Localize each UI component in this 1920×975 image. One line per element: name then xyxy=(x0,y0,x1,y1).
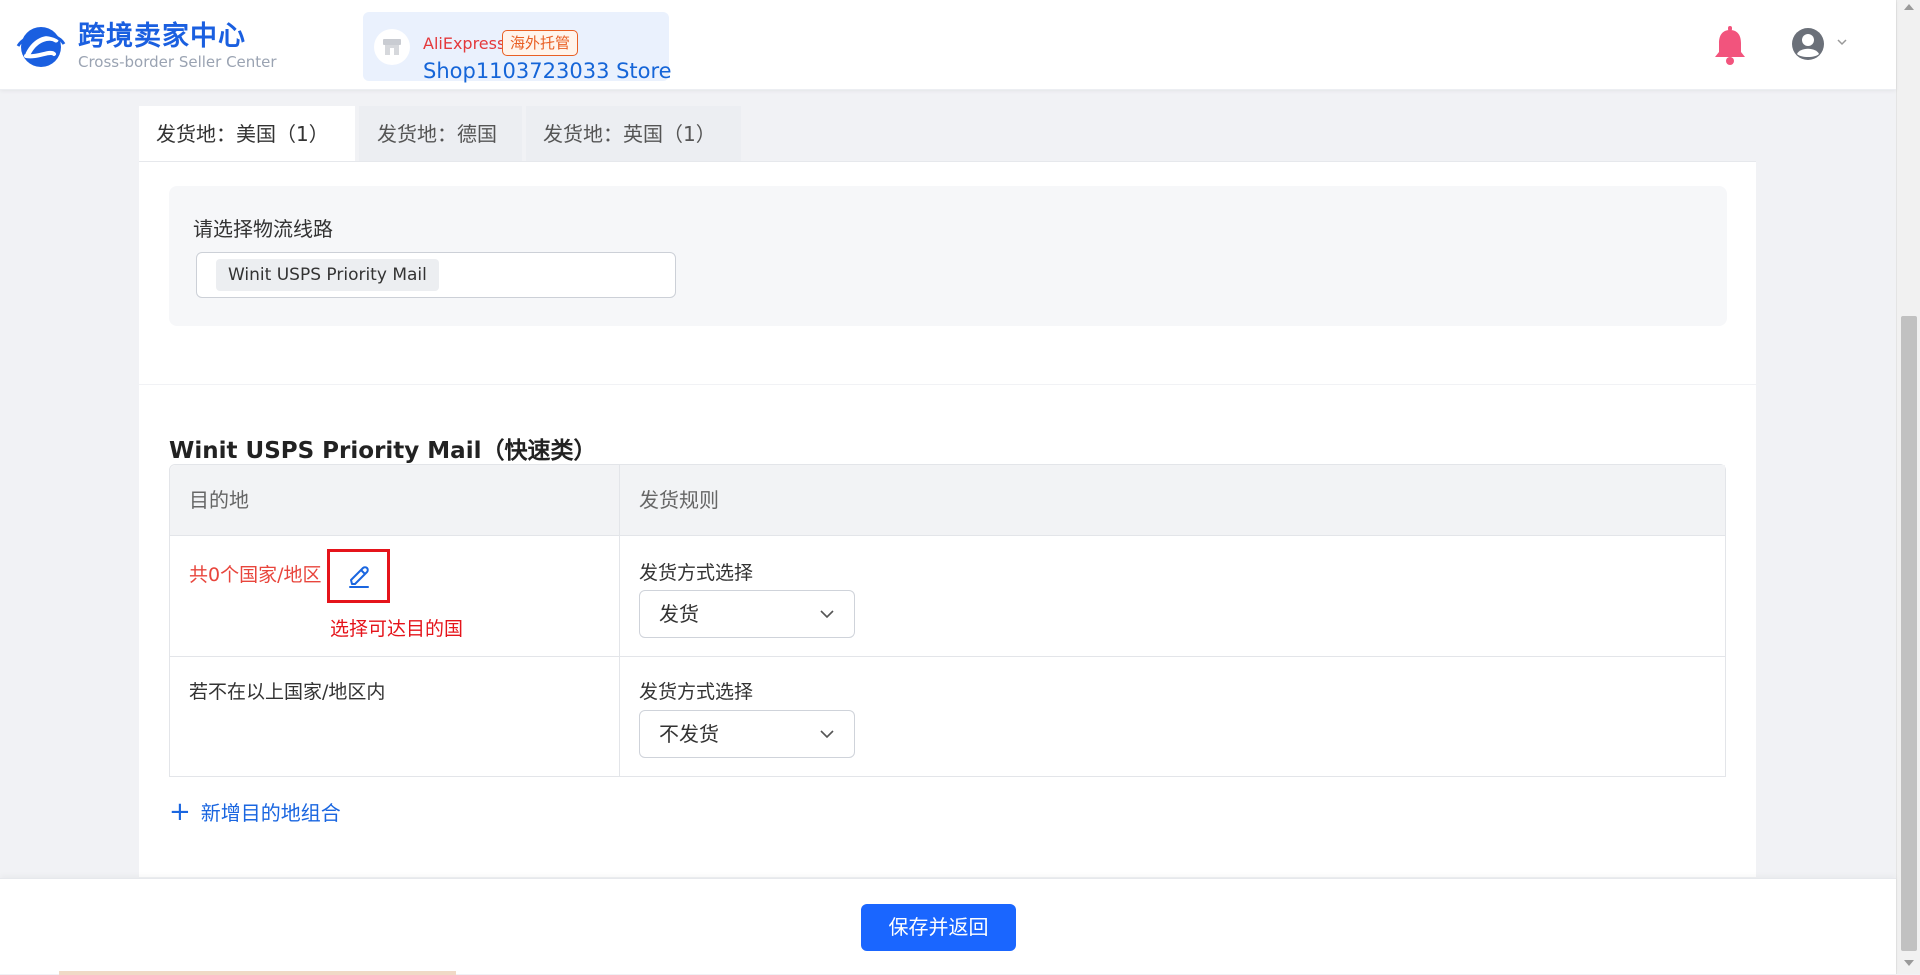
destination-count: 共0个国家/地区 xyxy=(189,564,322,586)
footer-bar: 保存并返回 xyxy=(0,878,1896,975)
section-title: Winit USPS Priority Mail（快速类） xyxy=(169,438,597,464)
save-and-return-button[interactable]: 保存并返回 xyxy=(861,904,1016,951)
destination-cell: 共0个国家/地区 选择可达目的国 xyxy=(170,536,620,656)
shipping-method-label: 发货方式选择 xyxy=(639,562,754,584)
tab-origin-uk[interactable]: 发货地：英国（1） xyxy=(526,106,741,162)
route-label: 请选择物流线路 xyxy=(193,217,333,241)
bell-icon[interactable] xyxy=(1712,26,1748,66)
table-row: 若不在以上国家/地区内 发货方式选择 不发货 xyxy=(170,657,1725,777)
chevron-down-icon xyxy=(820,610,834,619)
annotation-text: 选择可达目的国 xyxy=(330,618,464,640)
scroll-thumb[interactable] xyxy=(1901,316,1917,951)
route-tag[interactable]: Winit USPS Priority Mail xyxy=(216,259,439,291)
route-multiselect[interactable]: Winit USPS Priority Mail xyxy=(196,252,676,298)
logo-mark-icon xyxy=(16,26,66,67)
chevron-down-icon xyxy=(820,730,834,739)
route-selector-panel: 请选择物流线路 Winit USPS Priority Mail xyxy=(169,186,1727,326)
top-header: 跨境卖家中心 Cross-border Seller Center AliExp… xyxy=(0,0,1896,90)
select-value: 不发货 xyxy=(659,722,719,746)
chevron-down-icon[interactable] xyxy=(1836,36,1848,48)
rules-table: 目的地 发货规则 共0个国家/地区 选择可达目的国 发货方式选择 发货 若不在以… xyxy=(169,464,1726,777)
footer-accent-strip xyxy=(59,971,456,975)
store-icon xyxy=(383,39,401,55)
add-destination-group-link[interactable]: + 新增目的地组合 xyxy=(169,797,341,826)
plus-icon: + xyxy=(169,796,191,827)
scroll-up-arrow-icon[interactable] xyxy=(1904,4,1914,10)
add-destination-label: 新增目的地组合 xyxy=(200,801,341,825)
store-badge: 海外托管 xyxy=(502,30,579,56)
app-logo[interactable]: 跨境卖家中心 Cross-border Seller Center xyxy=(16,22,277,71)
origin-tabs: 发货地：美国（1） 发货地：德国 发货地：英国（1） xyxy=(139,106,745,162)
scroll-down-arrow-icon[interactable] xyxy=(1904,960,1914,966)
store-brand: AliExpress xyxy=(423,34,506,53)
page-scrollbar[interactable] xyxy=(1896,0,1920,974)
select-value: 发货 xyxy=(659,602,699,626)
store-avatar xyxy=(374,29,410,65)
shipping-rules-card: Winit USPS Priority Mail（快速类） 目的地 发货规则 共… xyxy=(139,385,1756,877)
edit-pencil-icon[interactable] xyxy=(346,563,372,589)
table-header-destination: 目的地 xyxy=(170,465,620,536)
logo-subtitle: Cross-border Seller Center xyxy=(78,53,277,71)
shipping-method-select[interactable]: 发货 xyxy=(639,590,855,638)
shipping-method-select[interactable]: 不发货 xyxy=(639,710,855,758)
route-card: 请选择物流线路 Winit USPS Priority Mail xyxy=(139,161,1756,384)
edit-destination-highlight xyxy=(327,549,390,603)
rule-cell: 发货方式选择 发货 xyxy=(620,536,1725,656)
tab-origin-us[interactable]: 发货地：美国（1） xyxy=(139,106,355,162)
tab-origin-de[interactable]: 发货地：德国 xyxy=(359,106,522,162)
rule-cell: 发货方式选择 不发货 xyxy=(620,657,1725,776)
user-circle-icon[interactable] xyxy=(1791,27,1825,61)
destination-other: 若不在以上国家/地区内 xyxy=(189,681,386,703)
store-switcher[interactable]: AliExpress 海外托管 Shop1103723033 Store xyxy=(363,12,672,83)
table-row: 共0个国家/地区 选择可达目的国 发货方式选择 发货 xyxy=(170,536,1725,657)
shipping-method-label: 发货方式选择 xyxy=(639,681,754,703)
destination-cell: 若不在以上国家/地区内 xyxy=(170,657,620,776)
store-name: Shop1103723033 Store xyxy=(423,59,672,83)
logo-title: 跨境卖家中心 xyxy=(78,21,246,52)
table-header-rule: 发货规则 xyxy=(620,465,1725,536)
